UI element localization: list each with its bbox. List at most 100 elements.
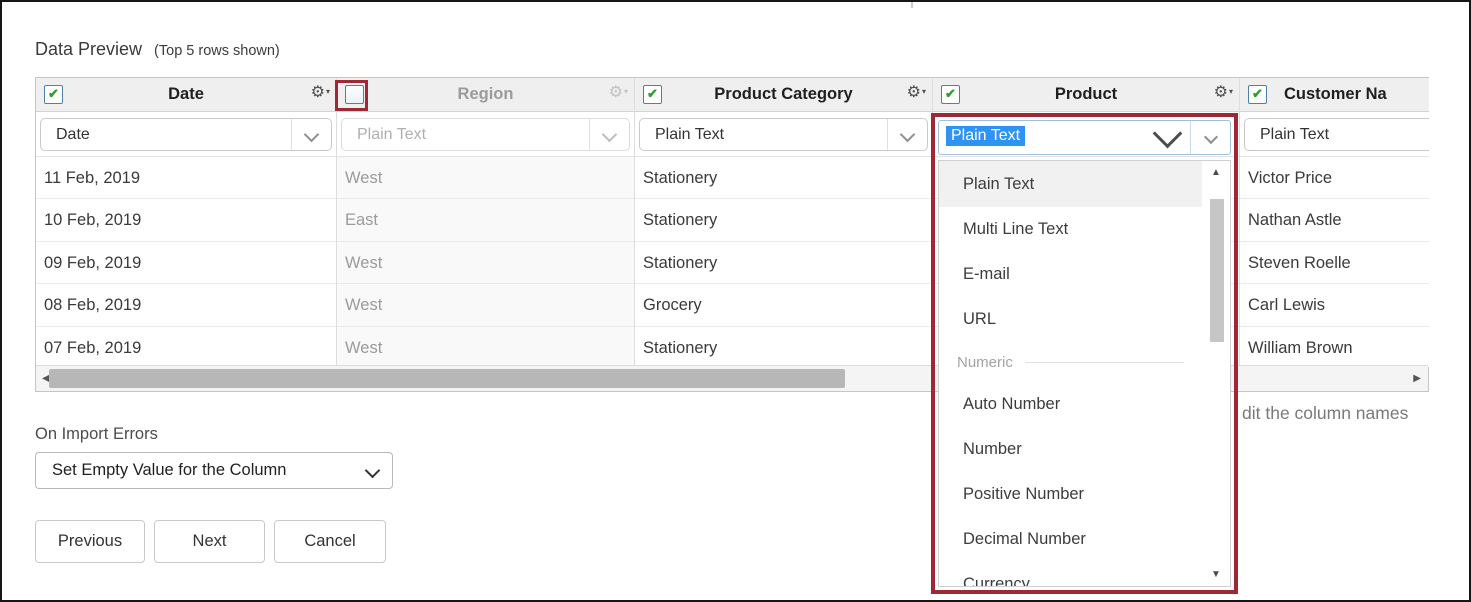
cell-date: 10 Feb, 2019 — [36, 199, 336, 241]
check-icon: ✔ — [45, 86, 62, 102]
type-cell-date: Date — [36, 112, 336, 157]
column-date: ✔ Date ⚙▾ Date 11 Feb, 2019 10 Feb, 2019… — [36, 78, 337, 367]
cancel-button[interactable]: Cancel — [274, 520, 386, 563]
type-select-button[interactable] — [589, 119, 629, 150]
column-header-customer-name: ✔ Customer Na — [1240, 78, 1429, 112]
next-button[interactable]: Next — [154, 520, 265, 563]
gear-caret-icon: ▾ — [1229, 87, 1233, 96]
horizontal-scrollbar-thumb[interactable] — [49, 369, 845, 388]
previous-button[interactable]: Previous — [35, 520, 145, 563]
cell-category: Stationery — [635, 242, 932, 284]
scroll-up-icon[interactable]: ▲ — [1202, 167, 1230, 178]
group-divider — [1025, 362, 1184, 363]
on-import-errors-label: On Import Errors — [35, 425, 158, 444]
type-select-value: Plain Text — [357, 119, 426, 150]
cell-region: West — [337, 284, 634, 326]
gear-icon[interactable]: ⚙▾ — [311, 82, 330, 102]
cell-region: East — [337, 199, 634, 241]
type-select-value: Date — [56, 119, 90, 150]
column-checkbox-product[interactable]: ✔ — [941, 85, 960, 104]
cell-date: 08 Feb, 2019 — [36, 284, 336, 326]
gear-caret-icon: ▾ — [922, 87, 926, 96]
cell-customer: Nathan Astle — [1240, 199, 1429, 241]
scroll-right-icon[interactable]: ▶ — [1413, 366, 1421, 391]
type-select-button[interactable] — [887, 119, 927, 150]
cell-region: West — [337, 242, 634, 284]
cell-date: 11 Feb, 2019 — [36, 157, 336, 199]
scroll-down-icon[interactable]: ▼ — [1202, 569, 1230, 580]
column-title-region: Region — [367, 78, 604, 110]
on-import-errors-select[interactable]: Set Empty Value for the Column — [35, 452, 393, 489]
type-cell-product-category: Plain Text — [635, 112, 932, 157]
product-type-combobox[interactable]: Plain Text — [938, 120, 1231, 155]
combobox-separator — [1190, 121, 1191, 154]
cell-category: Grocery — [635, 284, 932, 326]
dropdown-item-email[interactable]: E-mail — [939, 252, 1230, 297]
chevron-down-icon — [900, 127, 916, 143]
column-checkbox-date[interactable]: ✔ — [44, 85, 63, 104]
dropdown-item-positive-number[interactable]: Positive Number — [939, 472, 1230, 517]
combobox-selected-text: Plain Text — [946, 126, 1025, 146]
check-icon: ✔ — [644, 86, 661, 102]
cell-region: West — [337, 327, 634, 367]
column-title-customer-name: Customer Na — [1284, 78, 1387, 110]
column-product-category: ✔ Product Category ⚙▾ Plain Text Station… — [635, 78, 933, 367]
edit-column-names-hint: dit the column names — [1242, 403, 1408, 424]
column-checkbox-region[interactable] — [345, 85, 364, 104]
column-title-product: Product — [963, 78, 1209, 110]
dropdown-group-numeric: Numeric — [939, 342, 1230, 382]
column-header-date: ✔ Date ⚙▾ — [36, 78, 336, 112]
dropdown-scrollbar[interactable]: ▲ ▼ — [1202, 161, 1230, 586]
dropdown-item-plain-text[interactable]: Plain Text — [939, 161, 1230, 207]
dropdown-item-currency[interactable]: Currency — [939, 562, 1230, 587]
cell-category: Stationery — [635, 199, 932, 241]
type-select-button[interactable] — [291, 119, 331, 150]
cell-customer: Carl Lewis — [1240, 284, 1429, 326]
chevron-down-icon — [365, 463, 381, 479]
column-checkbox-customer-name[interactable]: ✔ — [1248, 85, 1267, 104]
column-checkbox-product-category[interactable]: ✔ — [643, 85, 662, 104]
dropdown-item-multi-line-text[interactable]: Multi Line Text — [939, 207, 1230, 252]
cell-region: West — [337, 157, 634, 199]
gear-icon[interactable]: ⚙▾ — [609, 82, 628, 102]
cursor-chevron-icon — [1153, 119, 1183, 149]
type-select-customer-name[interactable]: Plain Text — [1244, 118, 1429, 151]
dropdown-scrollbar-thumb[interactable] — [1210, 199, 1224, 342]
chevron-down-icon[interactable] — [1204, 130, 1218, 144]
on-import-errors-value: Set Empty Value for the Column — [52, 453, 286, 488]
column-region: Region ⚙▾ Plain Text West East West West… — [337, 78, 635, 367]
cell-customer: Victor Price — [1240, 157, 1429, 199]
gear-icon[interactable]: ⚙▾ — [1214, 82, 1233, 102]
column-header-product: ✔ Product ⚙▾ — [933, 78, 1239, 112]
column-header-product-category: ✔ Product Category ⚙▾ — [635, 78, 932, 112]
column-title-product-category: Product Category — [665, 78, 902, 110]
chevron-down-icon — [602, 127, 618, 143]
column-customer-name: ✔ Customer Na Plain Text Victor Price Na… — [1240, 78, 1429, 367]
check-icon: ✔ — [1249, 86, 1266, 102]
gear-caret-icon: ▾ — [624, 87, 628, 96]
gear-icon[interactable]: ⚙▾ — [907, 82, 926, 102]
type-select-region[interactable]: Plain Text — [341, 118, 630, 151]
top-edge-notch — [911, 2, 913, 8]
dropdown-item-decimal-number[interactable]: Decimal Number — [939, 517, 1230, 562]
page-header: Data Preview (Top 5 rows shown) — [35, 39, 280, 60]
type-cell-customer-name: Plain Text — [1240, 112, 1429, 157]
dropdown-group-label: Numeric — [957, 354, 1013, 371]
cell-date: 09 Feb, 2019 — [36, 242, 336, 284]
dropdown-item-url[interactable]: URL — [939, 297, 1230, 342]
column-title-date: Date — [66, 78, 306, 110]
gear-caret-icon: ▾ — [326, 87, 330, 96]
cell-category: Stationery — [635, 157, 932, 199]
column-header-region: Region ⚙▾ — [337, 78, 634, 112]
cell-category: Stationery — [635, 327, 932, 367]
type-select-product-category[interactable]: Plain Text — [639, 118, 928, 151]
type-select-value: Plain Text — [1260, 119, 1329, 150]
cell-customer: William Brown — [1240, 327, 1429, 367]
page-title: Data Preview — [35, 39, 142, 60]
dropdown-item-number[interactable]: Number — [939, 427, 1230, 472]
type-select-date[interactable]: Date — [40, 118, 332, 151]
type-cell-region: Plain Text — [337, 112, 634, 157]
dropdown-item-auto-number[interactable]: Auto Number — [939, 382, 1230, 427]
page-subtitle: (Top 5 rows shown) — [154, 43, 280, 59]
type-dropdown-panel: Plain Text Multi Line Text E-mail URL Nu… — [938, 160, 1231, 587]
